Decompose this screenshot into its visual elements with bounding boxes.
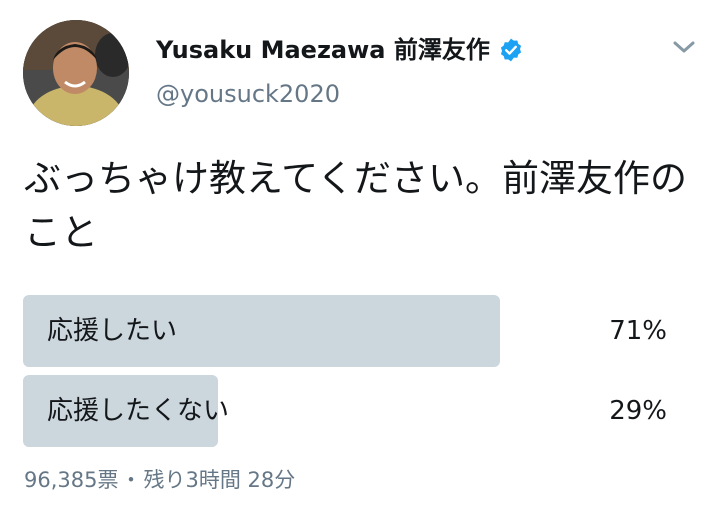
poll-choice: 応援したくない 29% xyxy=(23,375,683,447)
verified-badge-icon xyxy=(500,38,521,62)
author-handle[interactable]: @yousuck2020 xyxy=(156,78,340,110)
author-header[interactable]: Yusaku Maezawa 前澤友作 xyxy=(156,33,524,67)
author-name[interactable]: Yusaku Maezawa 前澤友作 xyxy=(156,33,490,67)
poll-choice-percent: 29% xyxy=(609,396,667,426)
poll-choice-label: 応援したい xyxy=(47,316,178,346)
poll-choice: 応援したい 71% xyxy=(23,295,683,367)
poll-choice-label: 応援したくない xyxy=(47,396,230,426)
avatar-image xyxy=(23,20,129,126)
poll-vote-count: 96,385票 xyxy=(24,468,119,492)
poll: 応援したい 71% 応援したくない 29% xyxy=(23,295,683,455)
chevron-down-icon[interactable] xyxy=(670,36,698,58)
poll-meta: 96,385票・残り3時間 28分 xyxy=(24,463,295,497)
poll-time-left: 残り3時間 28分 xyxy=(143,468,296,492)
avatar[interactable] xyxy=(23,20,129,126)
poll-choice-percent: 71% xyxy=(609,316,667,346)
tweet-card: Yusaku Maezawa 前澤友作 @yousuck2020 ぶっちゃけ教え… xyxy=(0,0,719,513)
meta-separator: ・ xyxy=(120,468,142,492)
tweet-text: ぶっちゃけ教えてください。前澤友作のこと xyxy=(24,157,688,254)
